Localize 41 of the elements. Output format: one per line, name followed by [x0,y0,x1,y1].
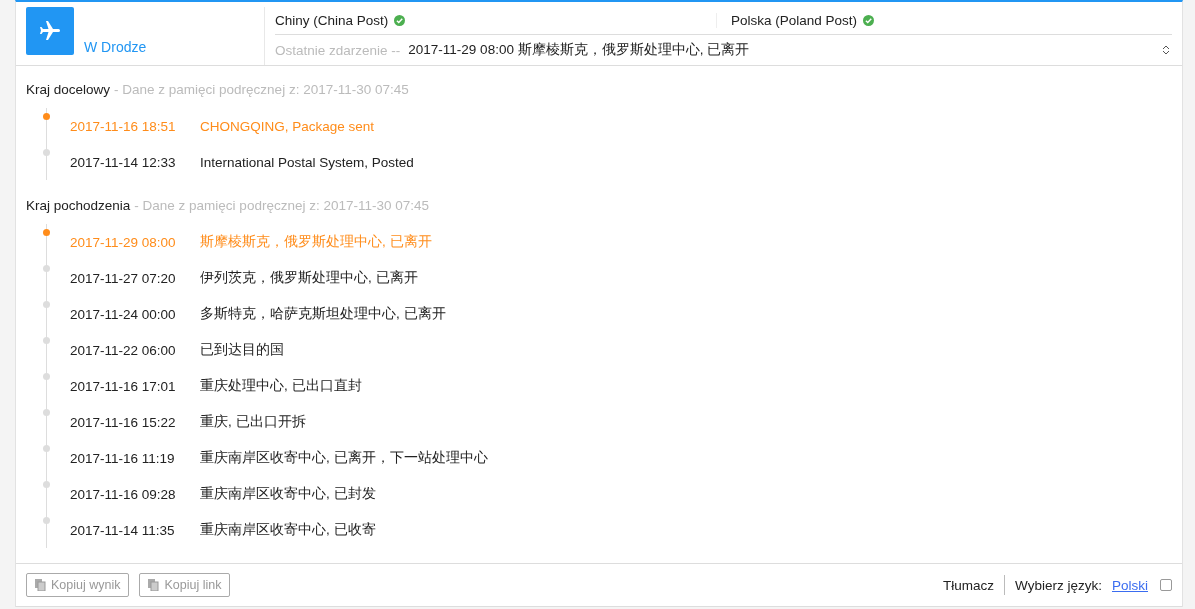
event-text: 斯摩棱斯克，俄罗斯处理中心, 已离开 [200,233,432,251]
last-event: 2017-11-29 08:00 斯摩棱斯克，俄罗斯处理中心, 已离开 [408,41,750,59]
event-time: 2017-11-27 07:20 [70,270,177,286]
last-event-label: Ostatnie zdarzenie -- [275,42,401,58]
event-time: 2017-11-14 11:35 [70,522,176,538]
event-time: 2017-11-16 15:22 [70,414,177,430]
shipment-status: W Drodze [84,39,148,55]
copy-button[interactable]: Kopiuj wynik [26,573,130,597]
section-title: Kraj docelowy [26,81,111,97]
cache-note: - Dane z pamięci podręcznej z: 2017-11-30 07:45 [114,81,409,97]
event-time: 2017-11-29 08:00 [70,234,177,250]
event-time: 2017-11-16 11:19 [70,450,176,466]
event-time: 2017-11-14 12:33 [70,154,177,170]
event-time: 2017-11-24 00:00 [70,306,177,322]
event-text: CHONGQING, Package sent [200,118,375,134]
event-time: 2017-11-22 06:00 [70,342,177,358]
event-text: 重庆南岸区收寄中心, 已收寄 [200,521,376,539]
event-text: International Postal System, Posted [200,154,414,170]
language-link[interactable]: Polski [1112,577,1148,593]
translator-label: Tłumacz [943,577,995,593]
event-text: 已到达目的国 [200,341,284,359]
carrier-name: Chiny (China Post) [275,13,389,28]
event-time: 2017-11-16 18:51 [70,118,177,134]
event-time: 2017-11-16 17:01 [70,378,177,394]
language-label: Wybierz język: [1015,577,1102,593]
expand-icon[interactable] [1162,45,1170,55]
copy-button[interactable]: Kopiuj link [139,573,231,597]
event-text: 重庆南岸区收寄中心, 已离开，下一站处理中心 [200,449,488,467]
section-title: Kraj pochodzenia [26,197,131,213]
event-time: 2017-11-16 09:28 [70,486,177,502]
cache-note: - Dane z pamięci podręcznej z: 2017-11-30 07:45 [134,197,429,213]
checkbox[interactable] [1160,579,1172,591]
event-text: 重庆南岸区收寄中心, 已封发 [200,485,376,503]
airplane-icon [26,7,74,55]
copy-icon [35,579,46,591]
event-text: 伊列茨克，俄罗斯处理中心, 已离开 [200,269,418,287]
event-text: 重庆, 已出口开拆 [200,413,306,431]
event-text: 重庆处理中心, 已出口直封 [200,377,362,395]
carrier-name: Polska (Poland Post) [731,13,858,28]
copy-icon [148,579,160,591]
event-text: 多斯特克，哈萨克斯坦处理中心, 已离开 [200,305,446,323]
